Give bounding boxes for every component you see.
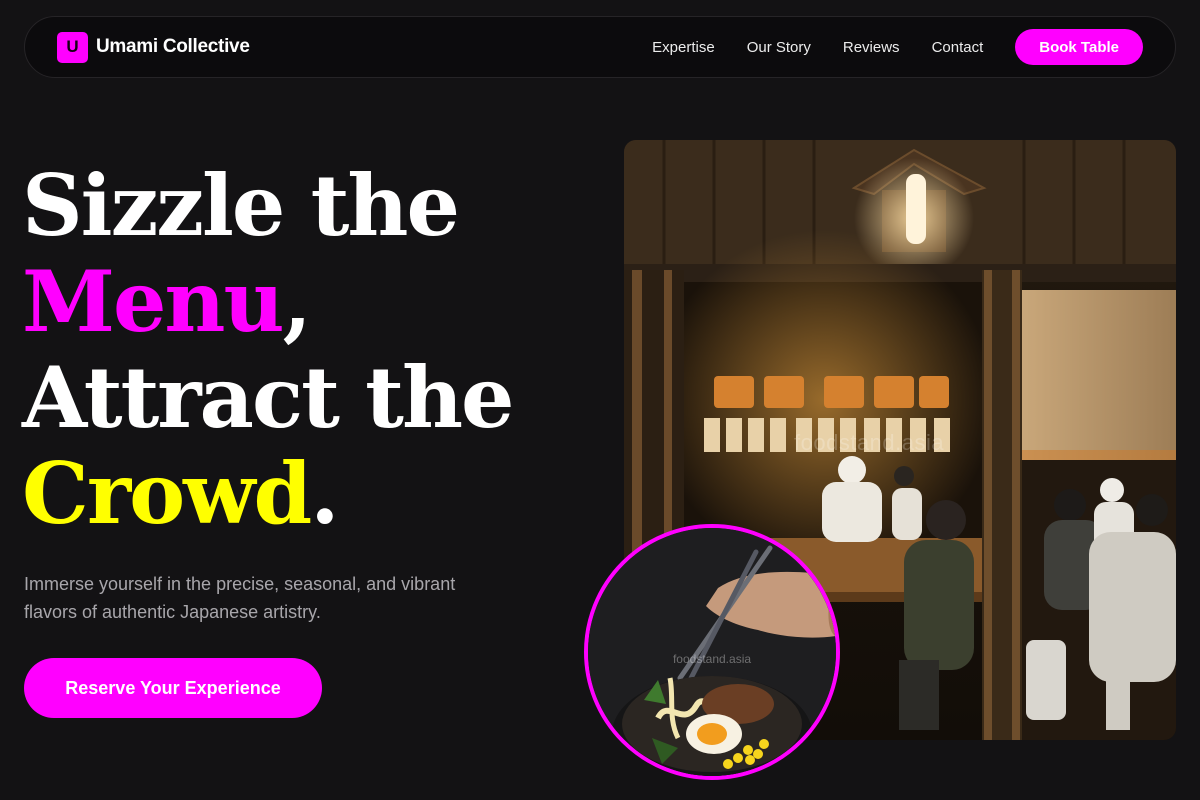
top-navbar: U Umami Collective Expertise Our Story R…	[24, 16, 1176, 78]
headline-line-4: Crowd.	[22, 446, 582, 542]
headline-line-3: Attract the	[22, 348, 515, 447]
nav-links: Expertise Our Story Reviews Contact Book…	[652, 29, 1143, 65]
brand-name: Umami Collective	[96, 36, 250, 57]
landing-page: U Umami Collective Expertise Our Story R…	[0, 0, 1200, 800]
nav-link-contact[interactable]: Contact	[932, 39, 984, 56]
nav-link-reviews[interactable]: Reviews	[843, 39, 900, 56]
book-table-button[interactable]: Book Table	[1015, 29, 1143, 65]
restaurant-watermark: foodstand.asia	[794, 430, 945, 455]
headline-line-1: Sizzle the	[22, 156, 460, 255]
ramen-bowl-photo: foodstand.asia	[584, 524, 840, 780]
nav-link-expertise[interactable]: Expertise	[652, 39, 715, 56]
brand-logo-icon: U	[57, 31, 88, 63]
headline-comma: ,	[282, 252, 312, 351]
headline-period: .	[310, 444, 339, 543]
nav-link-our-story[interactable]: Our Story	[747, 39, 811, 56]
brand[interactable]: U Umami Collective	[57, 31, 250, 63]
headline-line-2: Menu,	[22, 254, 582, 350]
headline-highlight-menu: Menu	[22, 252, 285, 351]
bowl-watermark: foodstand.asia	[672, 652, 752, 666]
reserve-experience-button[interactable]: Reserve Your Experience	[24, 658, 322, 718]
hero-headline: Sizzle the Menu, Attract the Crowd.	[22, 158, 582, 542]
headline-highlight-crowd: Crowd	[22, 444, 312, 543]
hero-subtext: Immerse yourself in the precise, seasona…	[24, 574, 456, 622]
